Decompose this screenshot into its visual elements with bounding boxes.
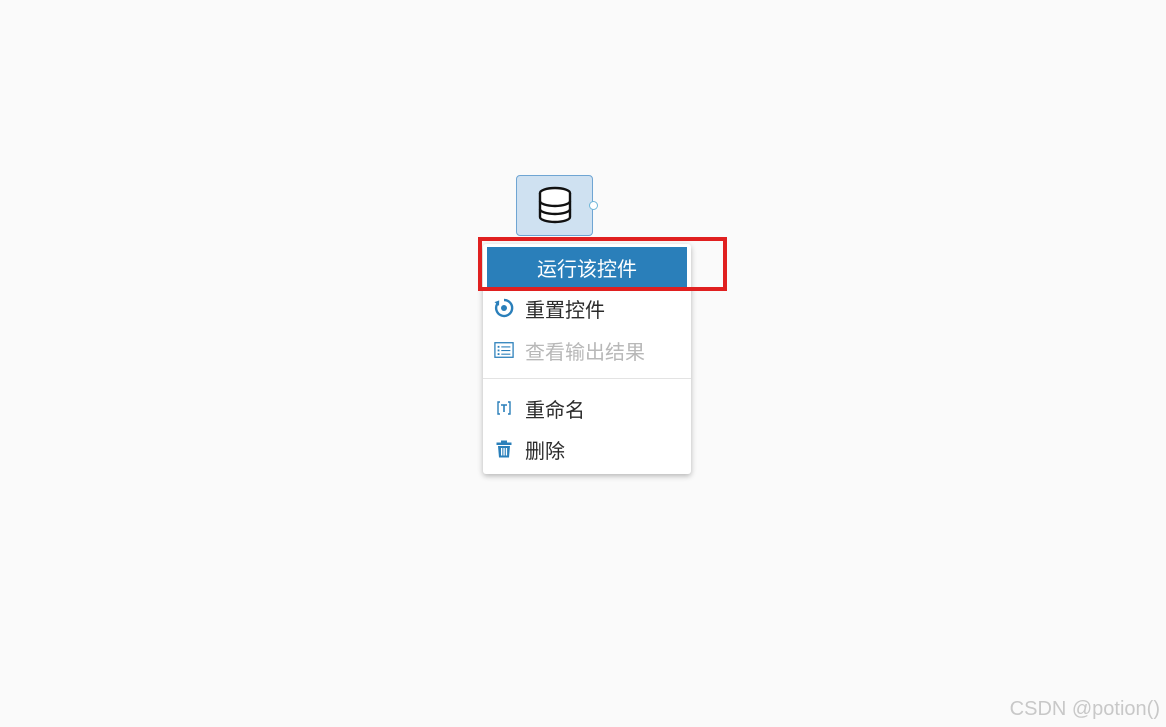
menu-item-label: 重置控件 [525, 297, 605, 322]
menu-item-label: 运行该控件 [537, 256, 637, 281]
menu-item-delete[interactable]: 删除 [483, 429, 691, 469]
menu-divider [483, 378, 691, 379]
workflow-canvas[interactable]: 运行该控件 重置控件 查看输出结果 重命名 删除 CSDN @potion() [0, 0, 1166, 727]
trash-icon [494, 439, 514, 459]
reset-icon [494, 298, 514, 318]
database-node[interactable] [516, 175, 593, 236]
context-menu: 运行该控件 重置控件 查看输出结果 重命名 删除 [483, 244, 691, 474]
output-port[interactable] [589, 201, 598, 210]
watermark: CSDN @potion() [1009, 698, 1160, 720]
menu-item-label: 查看输出结果 [525, 339, 645, 364]
menu-item-run-control[interactable]: 运行该控件 [487, 247, 687, 287]
menu-item-label: 重命名 [525, 397, 585, 422]
rename-icon [494, 398, 514, 418]
database-icon [537, 186, 573, 226]
menu-item-view-output[interactable]: 查看输出结果 [483, 330, 691, 370]
list-icon [494, 340, 514, 360]
menu-item-rename[interactable]: 重命名 [483, 388, 691, 428]
menu-item-label: 删除 [525, 438, 565, 463]
menu-item-reset-control[interactable]: 重置控件 [483, 288, 691, 328]
